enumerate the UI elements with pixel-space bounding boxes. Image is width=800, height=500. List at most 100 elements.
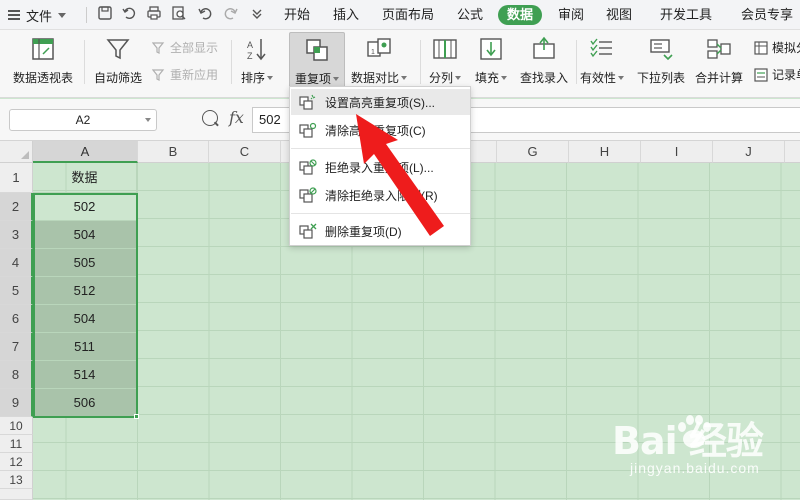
validity-button[interactable]: 有效性 [578, 32, 626, 92]
cell-a1[interactable]: 数据 [33, 163, 137, 193]
row-header-7[interactable]: 7 [0, 333, 33, 361]
duplicates-button[interactable]: 重复项 [289, 32, 345, 92]
lookup-entry-button[interactable]: 查找录入 [516, 32, 572, 92]
split-column-button[interactable]: 分列 [426, 32, 464, 92]
row-header-14[interactable] [0, 489, 33, 500]
row-header-3[interactable]: 3 [0, 221, 33, 249]
redo-icon[interactable] [222, 5, 240, 23]
name-box[interactable]: A2 [9, 109, 157, 131]
auto-filter-label: 自动筛选 [93, 71, 142, 85]
watermark-brand: Bai 经验 [612, 419, 764, 463]
row-header-11[interactable]: 11 [0, 435, 33, 453]
row-header-6[interactable]: 6 [0, 305, 33, 333]
cell-a3[interactable]: 504 [33, 221, 137, 249]
print-icon[interactable] [145, 5, 163, 23]
record-button[interactable]: 记录单 [754, 66, 800, 83]
duplicates-icon [304, 37, 330, 63]
column-header-h[interactable]: H [569, 141, 641, 163]
row-header-1[interactable]: 1 [0, 163, 33, 193]
highlight-duplicates-icon [299, 94, 317, 110]
cell-a6[interactable]: 504 [33, 305, 137, 333]
consolidate-button[interactable]: 合并计算 [692, 32, 746, 92]
row-header-13[interactable]: 13 [0, 471, 33, 489]
tab-member[interactable]: 会员专享 [734, 5, 800, 25]
column-header-a[interactable]: A [33, 141, 138, 163]
delete-duplicates-icon [299, 223, 317, 239]
cell-a9[interactable]: 506 [33, 389, 137, 417]
svg-text:Z: Z [247, 51, 253, 61]
divider [86, 7, 87, 23]
chevron-down-icon [618, 75, 624, 80]
row-header-2[interactable]: 2 [0, 193, 33, 221]
filter-icon [105, 36, 131, 62]
consolidate-icon [706, 36, 732, 62]
undo-alt-icon[interactable] [120, 5, 138, 23]
tab-home[interactable]: 开始 [280, 5, 314, 25]
compare-icon: 1 [366, 36, 392, 62]
column-header-i[interactable]: I [641, 141, 713, 163]
divider [420, 40, 421, 84]
row-header-4[interactable]: 4 [0, 249, 33, 277]
undo-icon[interactable] [196, 5, 214, 23]
chevron-down-icon [267, 75, 273, 80]
fill-handle[interactable] [134, 414, 139, 419]
sort-button[interactable]: AZ 排序 [238, 32, 276, 92]
column-header-g[interactable]: G [497, 141, 569, 163]
split-column-label: 分列 [428, 71, 453, 85]
chevron-down-icon [58, 12, 67, 18]
column-header-j[interactable]: J [713, 141, 785, 163]
row-header-10[interactable]: 10 [0, 417, 33, 435]
row-header-8[interactable]: 8 [0, 361, 33, 389]
reapply-button[interactable]: 重新应用 [152, 66, 218, 83]
select-all-corner[interactable] [0, 141, 33, 163]
tab-view[interactable]: 视图 [604, 5, 634, 25]
simulate-icon [754, 40, 768, 55]
clear-highlight-icon [299, 122, 317, 138]
tab-data[interactable]: 数据 [498, 5, 542, 25]
validity-label: 有效性 [579, 71, 616, 85]
cell-a2[interactable]: 502 [33, 193, 137, 221]
tab-developer[interactable]: 开发工具 [656, 5, 716, 25]
fx-icon[interactable]: fx [229, 108, 244, 127]
show-all-label: 全部显示 [170, 41, 219, 55]
fill-button[interactable]: 填充 [472, 32, 510, 92]
auto-filter-button[interactable]: 自动筛选 [92, 32, 144, 92]
tab-formula[interactable]: 公式 [454, 5, 486, 25]
cell-a8[interactable]: 514 [33, 361, 137, 389]
cell-a5[interactable]: 512 [33, 277, 137, 305]
save-icon[interactable] [96, 5, 114, 23]
print-preview-icon[interactable] [170, 5, 188, 23]
record-icon [754, 67, 768, 82]
cell-a4[interactable]: 505 [33, 249, 137, 277]
row-header-9[interactable]: 9 [0, 389, 33, 417]
chevron-down-icon [401, 75, 407, 80]
simulate-button[interactable]: 模拟分 [754, 39, 800, 56]
lookup-entry-icon [531, 36, 557, 62]
customize-icon[interactable] [248, 5, 266, 23]
row-header-12[interactable]: 12 [0, 453, 33, 471]
duplicates-label: 重复项 [294, 72, 331, 86]
column-header-b[interactable]: B [138, 141, 209, 163]
baidu-jingyan-watermark: Bai 经验 jingyan.baidu.com [612, 408, 792, 488]
divider [576, 40, 577, 84]
compare-button[interactable]: 1 数据对比 [350, 32, 408, 92]
dropdown-list-icon [648, 36, 674, 62]
zoom-icon[interactable] [202, 110, 218, 126]
split-column-icon [432, 36, 458, 62]
show-all-button[interactable]: 全部显示 [152, 39, 218, 56]
tab-insert[interactable]: 插入 [331, 5, 361, 25]
divider [84, 40, 85, 84]
chevron-down-icon[interactable] [145, 118, 151, 122]
chevron-down-icon [501, 75, 507, 80]
dropdown-list-button[interactable]: 下拉列表 [634, 32, 688, 92]
tab-review[interactable]: 审阅 [556, 5, 586, 25]
column-header-k[interactable] [785, 141, 800, 163]
tab-page-layout[interactable]: 页面布局 [380, 5, 436, 25]
file-menu-button[interactable]: 文件 [8, 5, 67, 25]
clear-reject-icon [299, 187, 317, 203]
cell-a7[interactable]: 511 [33, 333, 137, 361]
pivot-table-button[interactable]: 数据透视表 [10, 32, 76, 92]
red-arrow-annotation [356, 114, 444, 236]
row-header-5[interactable]: 5 [0, 277, 33, 305]
column-header-c[interactable]: C [209, 141, 281, 163]
